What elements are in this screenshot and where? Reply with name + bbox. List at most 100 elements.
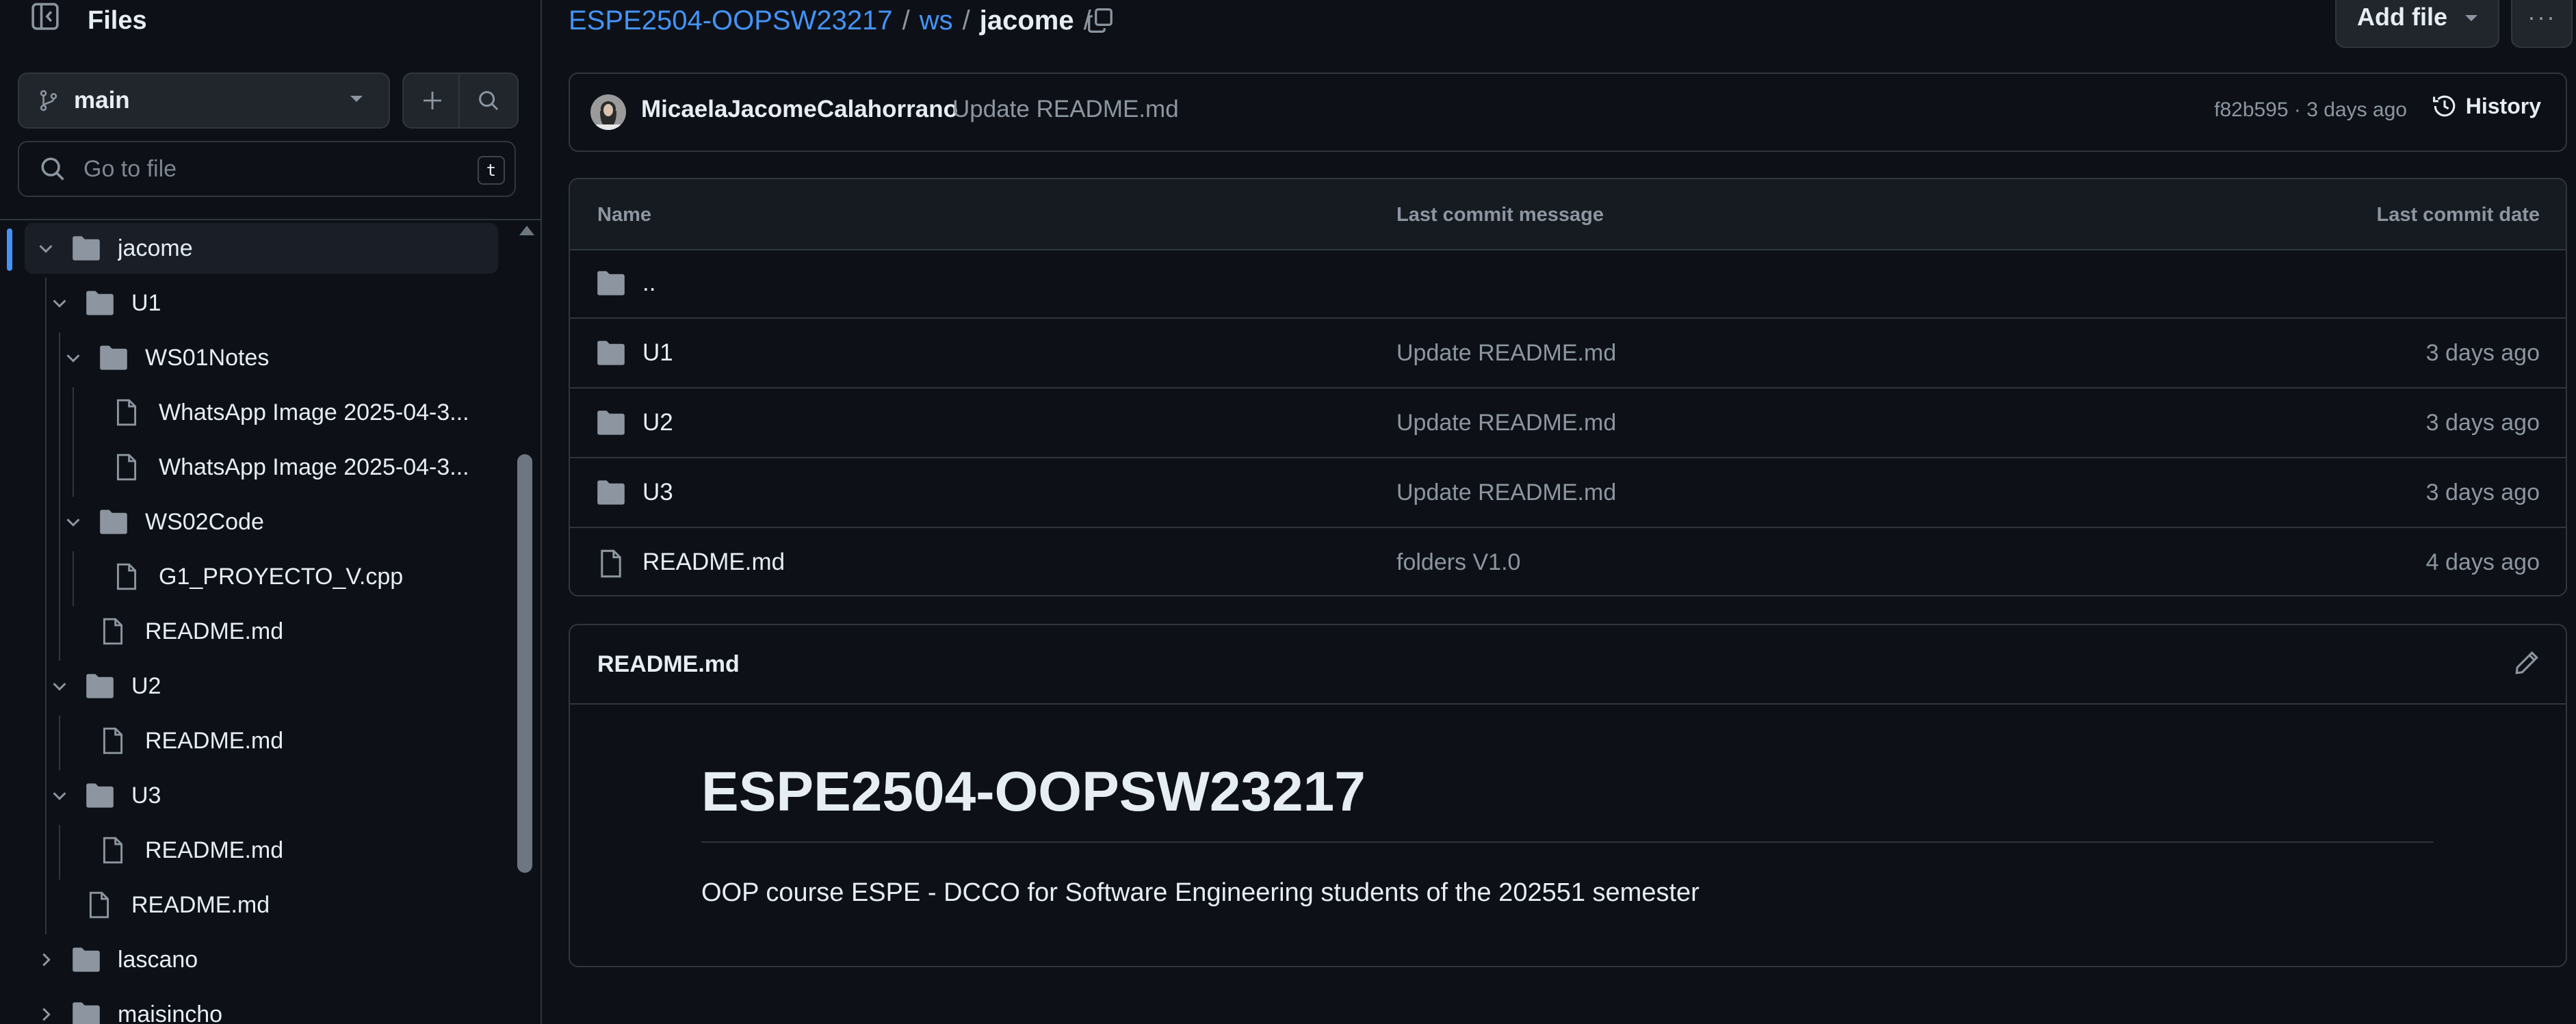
- chevron-right-icon[interactable]: [36, 1004, 56, 1024]
- readme-panel: README.md ESPE2504-OOPSW23217 OOP course…: [569, 624, 2567, 967]
- latest-commit-bar: MicaelaJacomeCalahorrano Update README.m…: [569, 73, 2567, 152]
- go-to-file-input[interactable]: Go to file t: [18, 141, 516, 197]
- kebab-horizontal-icon: ···: [2527, 3, 2556, 31]
- tree-folder-item[interactable]: U2: [0, 661, 513, 711]
- caret-down-icon: [349, 94, 364, 104]
- tree-item-label: README.md: [145, 618, 284, 644]
- edit-file-button[interactable]: [2514, 650, 2540, 676]
- tree-file-item[interactable]: README.md: [0, 606, 513, 657]
- history-icon: [2432, 95, 2456, 117]
- tree-folder-item[interactable]: U1: [0, 278, 513, 328]
- copy-path-button[interactable]: [1080, 1, 1121, 40]
- tree-item-label: WS02Code: [145, 508, 264, 535]
- file-icon: [101, 617, 125, 646]
- row-name-link[interactable]: U2: [642, 409, 673, 436]
- file-icon: [115, 398, 138, 427]
- chevron-down-icon[interactable]: [63, 512, 83, 532]
- folder-icon: [99, 344, 129, 371]
- file-icon: [101, 836, 125, 865]
- tree-indent-guide: [73, 387, 74, 497]
- chevron-down-icon[interactable]: [36, 238, 56, 259]
- tree-file-item[interactable]: WhatsApp Image 2025-04-3...: [0, 387, 513, 438]
- tree-file-item[interactable]: G1_PROYECTO_V.cpp: [0, 551, 513, 602]
- history-label: History: [2465, 93, 2541, 118]
- search-code-button[interactable]: [458, 73, 519, 129]
- collapse-sidebar-button[interactable]: [18, 0, 73, 40]
- readme-paragraph: OOP course ESPE - DCCO for Software Engi…: [701, 878, 1700, 907]
- more-options-button[interactable]: ···: [2511, 0, 2573, 48]
- heading-divider: [701, 841, 2433, 843]
- chevron-down-icon[interactable]: [49, 293, 70, 313]
- row-name-link[interactable]: U3: [642, 479, 673, 506]
- file-icon: [115, 453, 138, 482]
- row-name-link[interactable]: U1: [642, 339, 673, 367]
- tree-file-item[interactable]: WhatsApp Image 2025-04-3...: [0, 442, 513, 493]
- keyboard-shortcut-badge: t: [478, 156, 505, 185]
- table-row[interactable]: U2 Update README.md 3 days ago: [570, 389, 2566, 458]
- add-file-button[interactable]: [402, 73, 463, 129]
- git-branch-icon: [37, 89, 60, 112]
- table-header: Name Last commit message Last commit dat…: [570, 179, 2566, 250]
- tree-file-item[interactable]: README.md: [0, 880, 513, 930]
- table-row[interactable]: U3 Update README.md 3 days ago: [570, 458, 2566, 528]
- tree-folder-item[interactable]: lascano: [0, 934, 513, 985]
- tree-indent-guide: [59, 716, 60, 770]
- tree-item-label: maisincho: [118, 1001, 223, 1024]
- row-commit-message[interactable]: Update README.md: [1396, 410, 1616, 436]
- breadcrumb-repo-link[interactable]: ESPE2504-OOPSW23217: [569, 5, 893, 36]
- avatar[interactable]: [590, 94, 626, 130]
- tree-item-label: README.md: [131, 891, 270, 918]
- tree-folder-item[interactable]: U3: [0, 770, 513, 821]
- add-file-dropdown-button[interactable]: Add file: [2335, 0, 2499, 48]
- commit-hash-and-age[interactable]: f82b595 · 3 days ago: [2214, 99, 2407, 122]
- table-row[interactable]: ..: [570, 249, 2566, 319]
- row-commit-message[interactable]: Update README.md: [1396, 480, 1616, 506]
- folder-icon: [71, 1001, 101, 1024]
- sidebar-title: Files: [88, 6, 147, 35]
- column-header-name: Name: [597, 204, 651, 226]
- row-name-link[interactable]: README.md: [642, 549, 785, 576]
- column-header-message: Last commit message: [1396, 204, 1604, 226]
- tree-item-label: U3: [131, 782, 161, 809]
- tree-item-label: U2: [131, 672, 161, 699]
- tree-indent-guide: [45, 278, 47, 934]
- folder-icon: [85, 782, 115, 809]
- chevron-down-icon[interactable]: [49, 676, 70, 696]
- row-name-link[interactable]: ..: [642, 270, 655, 297]
- tree-indent-guide: [59, 825, 60, 880]
- chevron-right-icon[interactable]: [36, 949, 56, 970]
- chevron-down-icon[interactable]: [63, 347, 83, 368]
- chevron-down-icon[interactable]: [49, 785, 70, 806]
- plus-icon: [421, 90, 443, 111]
- folder-icon: [85, 289, 115, 317]
- branch-selector[interactable]: main: [18, 73, 390, 129]
- pencil-icon: [2514, 650, 2540, 676]
- history-button[interactable]: History: [2432, 93, 2541, 119]
- file-icon: [115, 562, 138, 591]
- tree-folder-item[interactable]: WS01Notes: [0, 332, 513, 383]
- tree-item-label: jacome: [118, 235, 193, 261]
- table-row[interactable]: README.md folders V1.0 4 days ago: [570, 528, 2566, 595]
- tree-file-item[interactable]: README.md: [0, 716, 513, 766]
- add-file-label: Add file: [2357, 3, 2447, 31]
- file-icon: [596, 549, 623, 579]
- tree-item-label: README.md: [145, 837, 284, 863]
- commit-author-link[interactable]: MicaelaJacomeCalahorrano: [641, 96, 958, 123]
- tree-item-label: WhatsApp Image 2025-04-3...: [159, 399, 469, 425]
- tree-folder-item[interactable]: maisincho: [0, 989, 513, 1024]
- row-commit-message[interactable]: Update README.md: [1396, 340, 1616, 367]
- commit-message-link[interactable]: Update README.md: [952, 96, 1179, 123]
- readme-heading: ESPE2504-OOPSW23217: [701, 761, 1366, 823]
- row-commit-message[interactable]: folders V1.0: [1396, 549, 1520, 576]
- tree-item-label: U1: [131, 289, 161, 316]
- folder-icon: [596, 339, 626, 367]
- table-body: .. U1 Update README.md 3 days ago U2 Update R…: [570, 249, 2566, 595]
- tree-folder-item[interactable]: jacome: [25, 223, 498, 274]
- scrollbar-thumb[interactable]: [517, 454, 532, 873]
- tree-file-item[interactable]: README.md: [0, 825, 513, 876]
- breadcrumb-current: jacome: [979, 5, 1074, 36]
- breadcrumb-folder-link[interactable]: ws: [920, 5, 953, 36]
- tree-folder-item[interactable]: WS02Code: [0, 497, 513, 547]
- scroll-up-arrow-icon[interactable]: [518, 223, 536, 237]
- table-row[interactable]: U1 Update README.md 3 days ago: [570, 319, 2566, 389]
